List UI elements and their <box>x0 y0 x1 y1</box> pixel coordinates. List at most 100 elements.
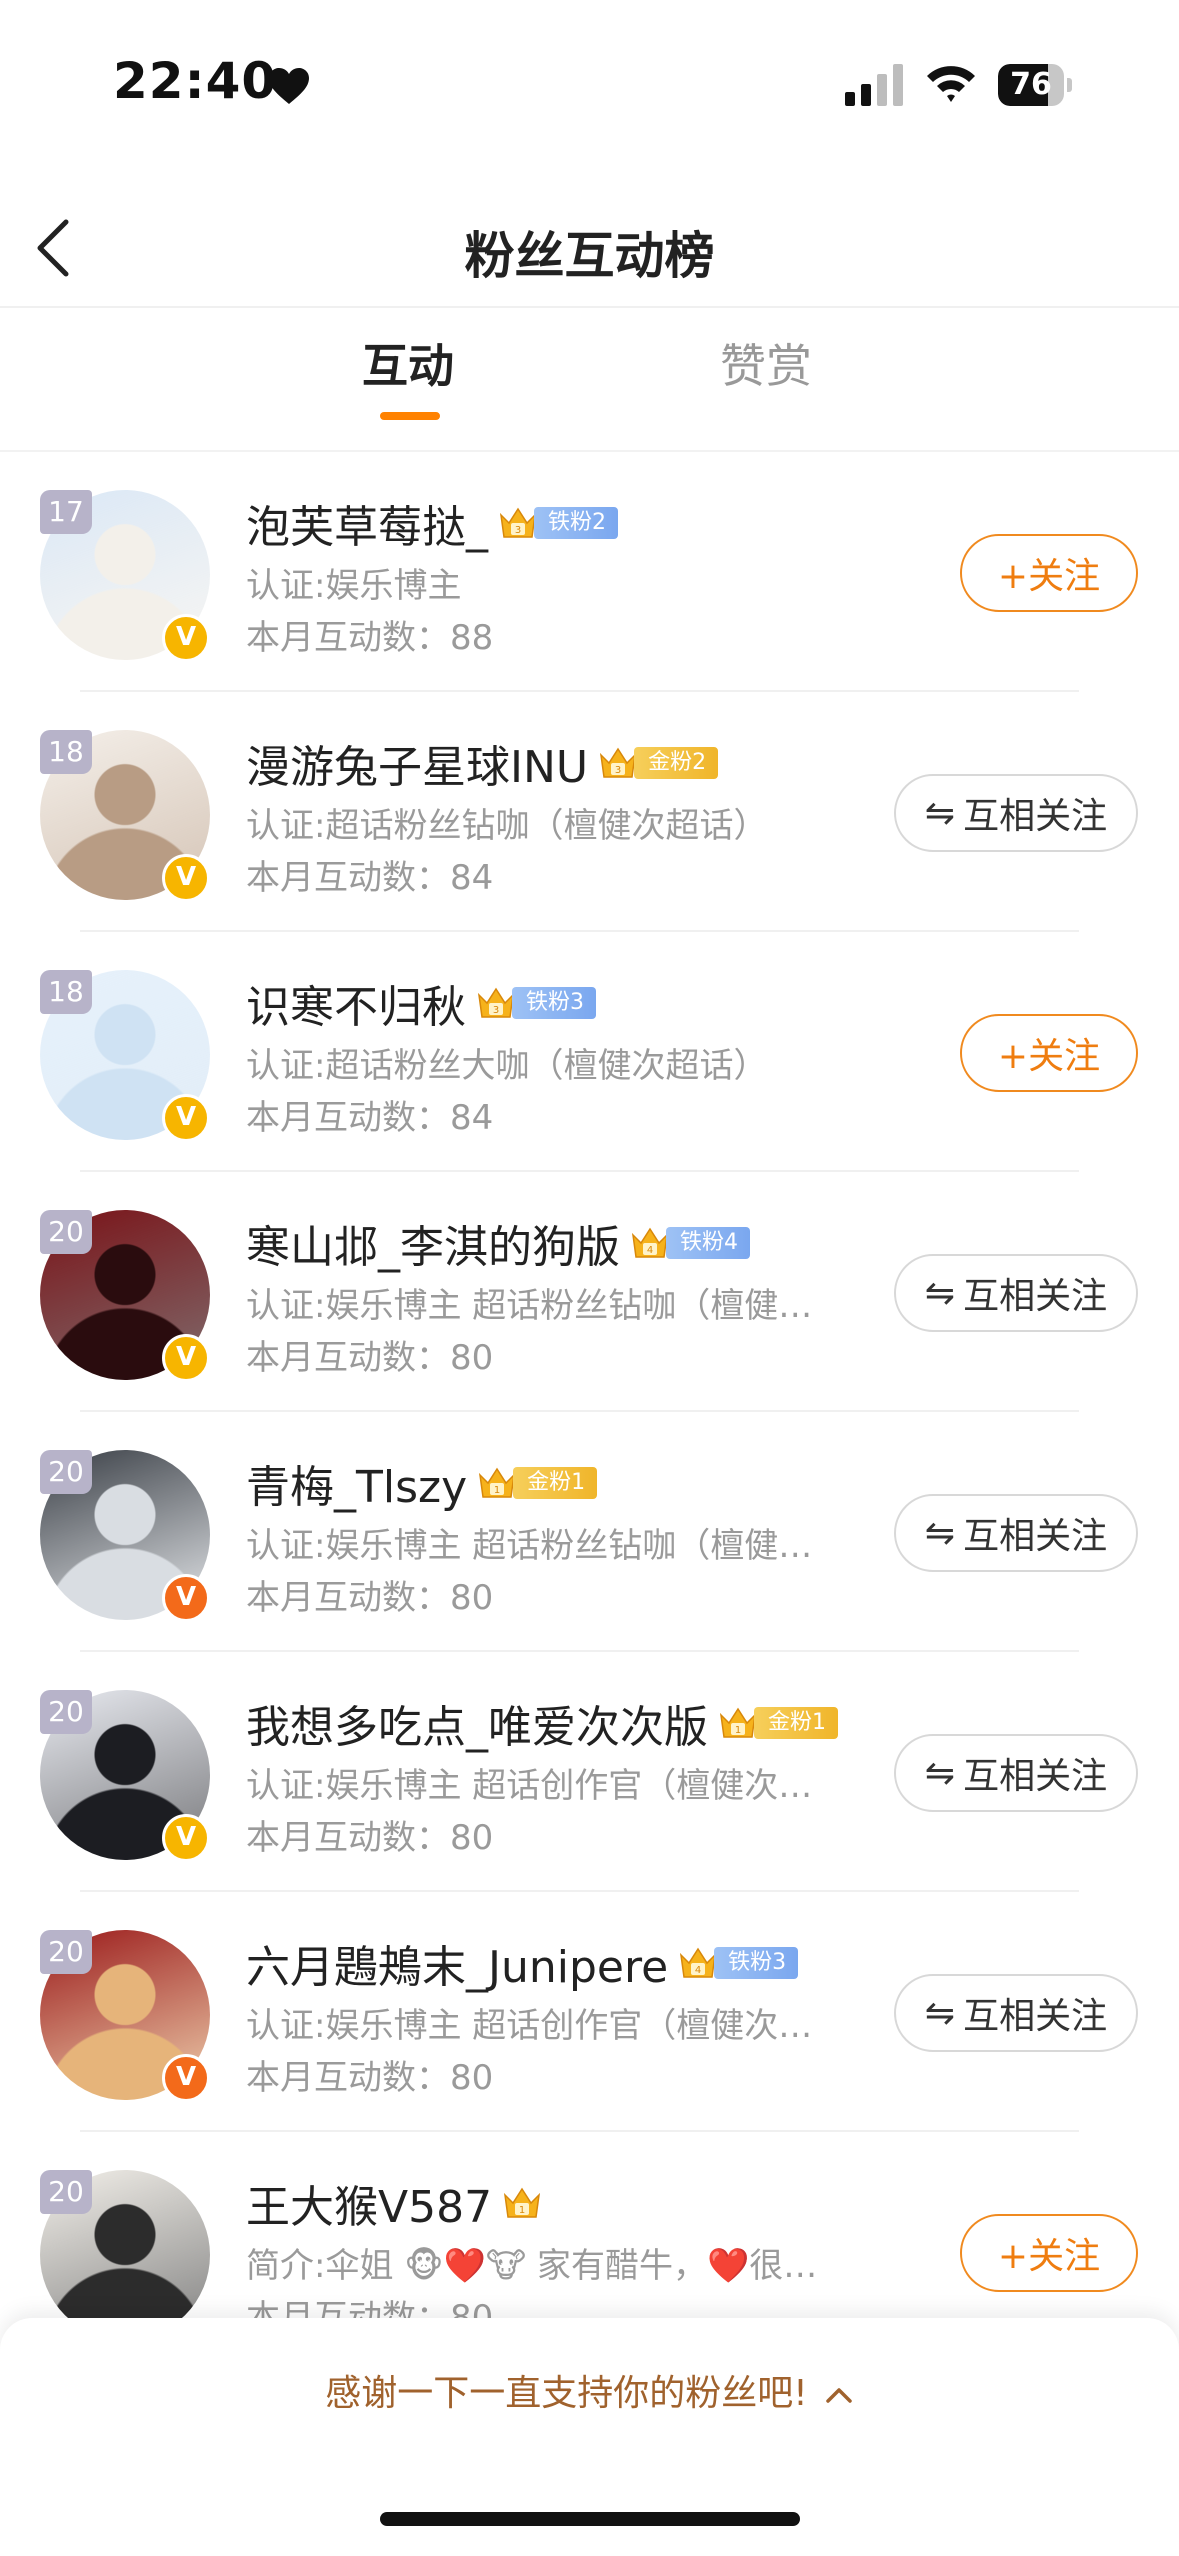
interaction-count: 本月互动数：80 <box>246 1818 494 1858</box>
svg-text:3: 3 <box>515 525 521 536</box>
svg-text:3: 3 <box>493 1005 499 1016</box>
verified-badge-icon: V <box>162 614 210 662</box>
swap-arrows-icon: ⇋ <box>924 792 956 834</box>
user-name[interactable]: 寒山邶_李淇的狗版 <box>246 1211 620 1275</box>
tab-reward[interactable]: 赞赏 <box>720 330 812 396</box>
list-item[interactable]: 20 V 青梅_Tlszy 1 金粉1 认证:娱乐博主 超话粉丝钻咖（檀健… 本… <box>0 1412 1179 1652</box>
button-label: 互相关注 <box>963 796 1108 837</box>
rank-badge: 18 <box>40 730 92 774</box>
rank-badge: 20 <box>40 1930 92 1974</box>
tab-bar: 互动 赞赏 <box>0 320 1179 452</box>
list-item[interactable]: 20 V 寒山邶_李淇的狗版 4 铁粉4 认证:娱乐博主 超话粉丝钻咖（檀健… … <box>0 1172 1179 1412</box>
certification-text: 认证:娱乐博主 超话粉丝钻咖（檀健… <box>246 1286 813 1326</box>
verified-badge-icon: V <box>162 1814 210 1862</box>
certification-text: 简介:伞姐 🐵❤️🐮 家有醋牛，❤️很多… <box>246 2246 846 2286</box>
user-name[interactable]: 漫游兔子星球INU <box>246 731 588 795</box>
mutual-follow-button[interactable]: ⇋ 互相关注 <box>894 1254 1138 1332</box>
mutual-follow-button[interactable]: ⇋ 互相关注 <box>894 1494 1138 1572</box>
interaction-count: 本月互动数：88 <box>246 618 494 658</box>
swap-arrows-icon: ⇋ <box>924 1752 956 1794</box>
verified-badge-icon: V <box>162 1574 210 1622</box>
name-line: 王大猴V587 1 <box>246 2171 542 2235</box>
fan-level-badge: 金粉1 <box>513 1467 598 1499</box>
button-label: +关注 <box>997 1036 1101 1077</box>
certification-text: 认证:娱乐博主 超话粉丝钻咖（檀健… <box>246 1526 813 1566</box>
crown-icon: 3 <box>477 987 515 1018</box>
button-label: 互相关注 <box>963 1276 1108 1317</box>
user-name[interactable]: 王大猴V587 <box>246 2171 492 2235</box>
battery-level: 76 <box>1010 67 1052 102</box>
interaction-count: 本月互动数：84 <box>246 1098 494 1138</box>
user-name[interactable]: 青梅_Tlszy <box>246 1451 467 1515</box>
user-name[interactable]: 六月鶗鴂末_Junipere <box>246 1931 668 1995</box>
chevron-up-icon <box>824 2373 854 2414</box>
interaction-count: 本月互动数：80 <box>246 1338 494 1378</box>
list-item[interactable]: 20 V 六月鶗鴂末_Junipere 4 铁粉3 认证:娱乐博主 超话创作官（… <box>0 1892 1179 2132</box>
list-item[interactable]: 18 V 漫游兔子星球INU 3 金粉2 认证:超话粉丝钻咖（檀健次超话） 本月… <box>0 692 1179 932</box>
crown-icon: 1 <box>479 1467 516 1498</box>
user-name[interactable]: 识寒不归秋 <box>246 971 466 1035</box>
button-label: +关注 <box>997 2236 1101 2277</box>
swap-arrows-icon: ⇋ <box>924 1992 956 2034</box>
home-indicator <box>380 2512 800 2526</box>
follow-button[interactable]: +关注 <box>960 534 1138 612</box>
rank-badge: 20 <box>40 1450 92 1494</box>
fan-level-badge: 铁粉3 <box>714 1947 799 1979</box>
interaction-count: 本月互动数：80 <box>246 2058 494 2098</box>
verified-badge-icon: V <box>162 1094 210 1142</box>
certification-text: 认证:娱乐博主 超话创作官（檀健次… <box>246 1766 813 1806</box>
crown-icon: 1 <box>504 2187 541 2218</box>
button-label: +关注 <box>997 556 1101 597</box>
name-line: 青梅_Tlszy 1 金粉1 <box>246 1451 598 1515</box>
certification-text: 认证:超话粉丝大咖（檀健次超话） <box>246 1046 768 1086</box>
button-label: 互相关注 <box>963 1996 1108 2037</box>
nav-bar: 粉丝互动榜 <box>0 190 1179 308</box>
list-item[interactable]: 17 V 泡芙草莓挞_ 3 铁粉2 认证:娱乐博主 本月互动数：88 +关注 <box>0 452 1179 692</box>
page-title: 粉丝互动榜 <box>464 227 715 285</box>
name-line: 识寒不归秋 3 铁粉3 <box>246 971 596 1035</box>
svg-text:1: 1 <box>494 1485 500 1496</box>
fan-level-badge: 金粉2 <box>634 747 719 779</box>
tab-active-indicator <box>380 412 440 420</box>
list-item[interactable]: 20 V 我想多吃点_唯爱次次版 1 金粉1 认证:娱乐博主 超话创作官（檀健次… <box>0 1652 1179 1892</box>
wifi-icon <box>927 66 975 102</box>
certification-text: 认证:娱乐博主 <box>246 566 462 606</box>
verified-badge-icon: V <box>162 2054 210 2102</box>
mutual-follow-button[interactable]: ⇋ 互相关注 <box>894 1974 1138 2052</box>
interaction-count: 本月互动数：80 <box>246 1578 494 1618</box>
rank-badge: 17 <box>40 490 92 534</box>
follow-button[interactable]: +关注 <box>960 2214 1138 2292</box>
follow-button[interactable]: +关注 <box>960 1014 1138 1092</box>
list-item[interactable]: 18 V 识寒不归秋 3 铁粉3 认证:超话粉丝大咖（檀健次超话） 本月互动数：… <box>0 932 1179 1172</box>
battery-icon: 76 <box>998 64 1072 106</box>
interaction-count: 本月互动数：84 <box>246 858 494 898</box>
fan-level-badge: 铁粉4 <box>666 1227 750 1259</box>
swap-arrows-icon: ⇋ <box>924 1512 956 1554</box>
crown-icon: 3 <box>600 747 637 778</box>
fan-level-badge: 金粉1 <box>754 1707 838 1739</box>
name-line: 六月鶗鴂末_Junipere 4 铁粉3 <box>246 1931 799 1995</box>
button-label: 互相关注 <box>963 1516 1108 1557</box>
name-line: 泡芙草莓挞_ 3 铁粉2 <box>246 491 618 555</box>
user-name[interactable]: 泡芙草莓挞_ <box>246 491 488 555</box>
svg-text:1: 1 <box>735 1725 741 1736</box>
svg-text:4: 4 <box>647 1245 653 1256</box>
crown-icon: 4 <box>631 1227 669 1258</box>
button-label: 互相关注 <box>963 1756 1108 1797</box>
crown-icon: 3 <box>499 507 537 538</box>
heart-icon <box>269 68 309 104</box>
name-line: 寒山邶_李淇的狗版 4 铁粉4 <box>246 1211 750 1275</box>
rank-badge: 20 <box>40 2170 92 2214</box>
fan-level-badge: 铁粉3 <box>512 987 596 1019</box>
status-time: 22:40 <box>113 52 278 110</box>
verified-badge-icon: V <box>162 1334 210 1382</box>
mutual-follow-button[interactable]: ⇋ 互相关注 <box>894 1734 1138 1812</box>
tab-interaction[interactable]: 互动 <box>362 330 454 396</box>
rank-badge: 20 <box>40 1210 92 1254</box>
crown-icon: 4 <box>680 1947 717 1978</box>
mutual-follow-button[interactable]: ⇋ 互相关注 <box>894 774 1138 852</box>
name-line: 漫游兔子星球INU 3 金粉2 <box>246 731 719 795</box>
svg-text:4: 4 <box>695 1965 701 1976</box>
thanks-prompt[interactable]: 感谢一下一直支持你的粉丝吧! <box>0 2364 1179 2416</box>
user-name[interactable]: 我想多吃点_唯爱次次版 <box>246 1691 708 1755</box>
